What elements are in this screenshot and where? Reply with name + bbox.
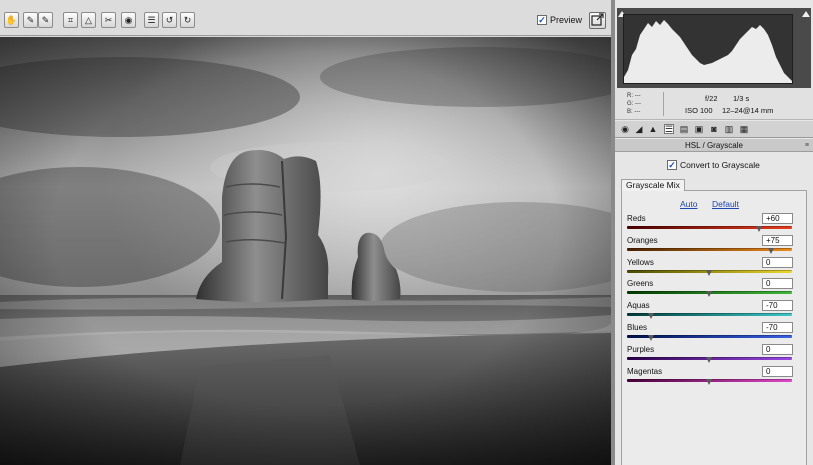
rotate-left-tool-button[interactable]: ↺ — [162, 12, 177, 28]
blues-slider-thumb[interactable] — [648, 335, 655, 341]
lens-value: 12–24@14 mm — [722, 106, 774, 115]
blues-value-field[interactable]: -70 — [762, 322, 793, 333]
eyedropper-icon: ✎ — [26, 14, 35, 25]
histogram — [623, 14, 793, 84]
g-value: --- — [635, 101, 642, 107]
magentas-slider-thumb[interactable] — [706, 379, 712, 385]
preview-label[interactable]: Preview — [550, 15, 582, 25]
photo-render — [0, 37, 611, 465]
convert-to-grayscale-label[interactable]: Convert to Grayscale — [680, 160, 760, 170]
greens-slider-thumb[interactable] — [706, 291, 712, 297]
camera-raw-window: ✋ ✎ ✎ ⌗ △ ✂ ◉ ☰ ↺ ↻ ✓ Preview R: --- G: … — [0, 0, 813, 465]
grayscale-mix-tab[interactable]: Grayscale Mix — [621, 179, 685, 191]
preview-checkbox[interactable]: ✓ — [537, 15, 547, 25]
fullscreen-toggle-button[interactable] — [589, 12, 606, 29]
rotate-left-icon: ↺ — [165, 14, 174, 25]
histogram-graph — [624, 20, 792, 83]
oranges-slider-label: Oranges — [627, 236, 658, 245]
info-separator — [663, 92, 664, 116]
tone-curve-tab-icon[interactable]: ◢ — [634, 124, 644, 134]
panel-tab-icons: ◉ ◢ ▲ ☰ ▤ ▣ ◙ ▥ ▦ — [615, 121, 813, 138]
r-label: R: — [627, 93, 633, 99]
b-label: B: — [627, 109, 633, 115]
presets-tab-icon[interactable]: ▥ — [724, 124, 734, 134]
shutter-value: 1/3 s — [733, 94, 750, 103]
highlight-clipping-warning-icon[interactable] — [802, 11, 810, 17]
red-eye-icon: ◉ — [124, 14, 133, 25]
auto-link[interactable]: Auto — [680, 199, 698, 209]
rotate-right-tool-button[interactable]: ↻ — [180, 12, 195, 28]
detail-tab-icon[interactable]: ▲ — [648, 124, 658, 134]
blues-slider-label: Blues — [627, 323, 648, 332]
preferences-tool-button[interactable]: ☰ — [144, 12, 159, 28]
hsl-grayscale-tab-icon[interactable]: ☰ — [664, 124, 674, 134]
reds-value-field[interactable]: +60 — [762, 213, 793, 224]
magentas-slider-label: Magentas — [627, 367, 663, 376]
greens-value-field[interactable]: 0 — [762, 278, 793, 289]
hand-icon: ✋ — [5, 14, 18, 25]
section-header: HSL / Grayscale ≡ — [615, 139, 813, 152]
reds-slider-thumb[interactable] — [755, 226, 762, 232]
purples-slider-thumb[interactable] — [706, 357, 712, 363]
rotate-right-icon: ↻ — [183, 14, 192, 25]
yellows-slider-thumb[interactable] — [706, 270, 712, 276]
g-label: G: — [627, 101, 634, 107]
oranges-value-field[interactable]: +75 — [762, 235, 793, 246]
preferences-icon: ☰ — [147, 14, 156, 25]
hand-tool-button[interactable]: ✋ — [4, 12, 19, 28]
color-sampler-icon: ✎ — [41, 14, 50, 25]
yellows-value-field[interactable]: 0 — [762, 257, 793, 268]
red-eye-tool-button[interactable]: ◉ — [121, 12, 136, 28]
default-link[interactable]: Default — [712, 199, 739, 209]
basic-tab-icon[interactable]: ◉ — [620, 124, 630, 134]
panel-menu-icon[interactable]: ≡ — [805, 139, 809, 152]
yellows-slider-label: Yellows — [627, 258, 654, 267]
crop-icon: ⌗ — [67, 14, 74, 25]
reds-slider-label: Reds — [627, 214, 646, 223]
straighten-icon: △ — [85, 14, 92, 25]
magentas-value-field[interactable]: 0 — [762, 366, 793, 377]
aquas-value-field[interactable]: -70 — [762, 300, 793, 311]
aquas-slider-label: Aquas — [627, 301, 650, 310]
aperture-value: f/22 — [705, 94, 718, 103]
convert-to-grayscale-checkbox[interactable]: ✓ — [667, 160, 677, 170]
color-sampler-tool-button[interactable]: ✎ — [38, 12, 53, 28]
r-value: --- — [634, 93, 641, 99]
purples-slider-label: Purples — [627, 345, 655, 354]
adjustment-panel: R: --- G: --- B: --- f/22 1/3 s ISO 100 … — [615, 0, 813, 465]
crop-tool-button[interactable]: ⌗ — [63, 12, 78, 28]
spot-removal-tool-button[interactable]: ✂ — [101, 12, 116, 28]
reds-slider-track[interactable] — [627, 226, 792, 229]
snapshots-tab-icon[interactable]: ▦ — [739, 124, 749, 134]
eyedropper-tool-button[interactable]: ✎ — [23, 12, 38, 28]
toolbar: ✋ ✎ ✎ ⌗ △ ✂ ◉ ☰ ↺ ↻ ✓ Preview — [0, 0, 613, 36]
lens-corrections-tab-icon[interactable]: ▣ — [694, 124, 704, 134]
greens-slider-label: Greens — [627, 279, 654, 288]
info-strip: R: --- G: --- B: --- f/22 1/3 s ISO 100 … — [615, 88, 813, 120]
camera-calibration-tab-icon[interactable]: ◙ — [709, 124, 719, 134]
oranges-slider-thumb[interactable] — [767, 248, 774, 254]
b-value: --- — [634, 109, 641, 115]
image-preview[interactable] — [0, 37, 611, 465]
straighten-tool-button[interactable]: △ — [81, 12, 96, 28]
section-title: HSL / Grayscale — [685, 141, 743, 150]
spot-removal-icon: ✂ — [104, 14, 113, 25]
split-toning-tab-icon[interactable]: ▤ — [679, 124, 689, 134]
iso-value: ISO 100 — [685, 106, 713, 115]
fullscreen-icon — [591, 13, 604, 26]
purples-value-field[interactable]: 0 — [762, 344, 793, 355]
aquas-slider-thumb[interactable] — [648, 313, 655, 319]
